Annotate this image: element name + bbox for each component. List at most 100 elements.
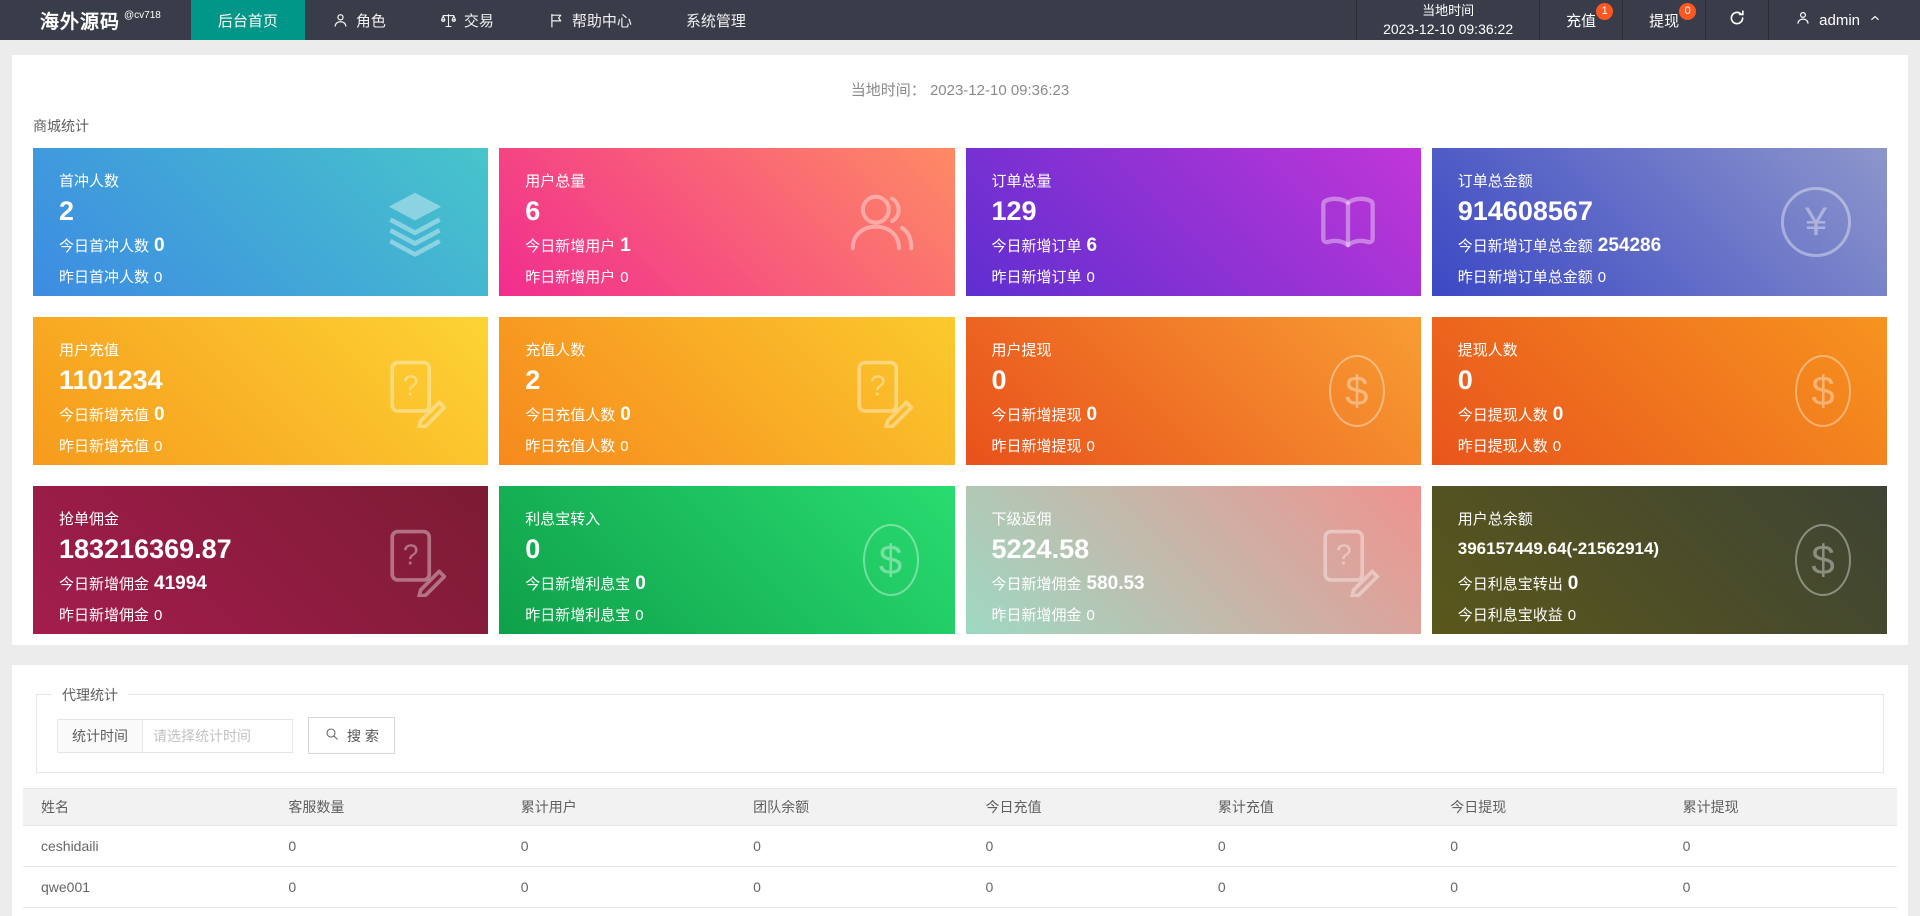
card-subline: 昨日新增佣金 0 [59,604,462,625]
table-cell: 0 [1199,825,1433,867]
chevron-up-icon [1868,11,1882,29]
table-cell: 0 [502,825,736,867]
page-local-time-label: 当地时间： [850,82,926,99]
dollar-circle-icon: $ [1795,524,1851,596]
page-local-time-value: 2023-12-10 09:36:23 [929,82,1070,99]
card-subline-value: 0 [1086,404,1098,425]
doc-icon: ? [378,354,452,428]
card-subline-label: 今日新增充值 [59,407,150,424]
agent-stats-fieldset: 代理统计 统计时间 搜 索 [36,685,1884,773]
table-header-cell: 今日充值 [967,788,1200,826]
search-button[interactable]: 搜 索 [308,717,395,754]
card-subline-value: 0 [154,235,165,256]
table-cell: 0 [1432,866,1665,908]
nav-item-trade[interactable]: 交易 [413,0,521,40]
card-subline-label: 今日新增用户 [525,238,616,255]
card-subline-value: 0 [1086,438,1095,455]
card-subline-label: 昨日新增佣金 [991,607,1082,624]
table-cell: 0 [967,866,1200,908]
card-subline-value: 0 [1567,573,1579,594]
top-navbar: 海外源码 @cv718 后台首页 角色 交易 帮助中心 系统管理 当地时间 2023-1… [0,0,1920,40]
svg-text:?: ? [869,370,885,402]
card-subline-label: 今日新增订单 [991,238,1082,255]
search-button-label: 搜 索 [347,727,379,744]
nav-item-label: 角色 [355,12,386,30]
card-subline-value: 0 [1567,607,1577,624]
card-subline-value: 0 [620,269,629,286]
table-cell: qwe001 [23,866,271,908]
stat-time-input[interactable] [143,718,293,753]
withdraw-nav-button[interactable]: 提现 0 [1623,0,1707,40]
table-header-cell: 客服数量 [270,788,503,826]
recharge-nav-button[interactable]: 充值 1 [1540,0,1624,40]
card-subline-label: 今日充值人数 [525,407,616,424]
local-time-label: 当地时间 [1422,3,1475,18]
navbar-right: 当地时间 2023-12-10 09:36:22 充值 1 提现 0 admin [1356,0,1920,40]
stat-card: 首冲人数 2 今日首冲人数 0 昨日首冲人数 0 [33,148,489,296]
card-subline-value: 6 [1086,235,1098,256]
user-name: admin [1819,11,1860,29]
dollar-circle-icon: $ [862,524,919,596]
card-subline-label: 今日新增佣金 [59,576,150,593]
card-subline-label: 今日提现人数 [1457,407,1548,424]
agent-table: 姓名 客服数量 累计用户 团队余额 今日充值 累计充值 今日提现 累计提现 ceshidail… [23,788,1897,916]
table-cell: 0 [270,907,503,916]
agent-stats-panel: 代理统计 统计时间 搜 索 姓名客服数量累计用户团队余额今日充值累计充值今日提现… [12,665,1908,916]
users-icon [845,185,919,259]
table-cell: 0 [1432,825,1665,867]
scales-icon [440,12,457,29]
filter-label: 统计时间 [57,718,143,753]
stats-cards: 首冲人数 2 今日首冲人数 0 昨日首冲人数 0 用户总量 6 今日新增用户 1 昨日新增用户 0 订单… [33,148,1887,634]
withdraw-badge: 0 [1679,3,1697,20]
flag-icon [548,12,565,29]
nav-item-help-center[interactable]: 帮助中心 [521,0,659,40]
nav-item-home[interactable]: 后台首页 [190,0,305,40]
card-subline-value: 580.53 [1086,573,1145,594]
nav-item-system-manage[interactable]: 系统管理 [659,0,773,40]
nav-item-label: 后台首页 [217,12,278,30]
card-subline-label: 今日新增提现 [991,407,1082,424]
card-subline-value: 0 [1086,607,1095,624]
card-subline-label: 昨日新增订单总金额 [1457,269,1593,286]
user-icon [1795,10,1811,30]
card-subline: 今日利息宝收益 0 [1458,604,1861,625]
stat-card: 订单总金额 914608567 今日新增订单总金额 254286 昨日新增订单总金额 0 ¥ [1431,148,1887,296]
card-subline-value: 0 [154,404,165,425]
table-header-cell: 累计用户 [502,788,736,826]
stat-card: 提现人数 0 今日提现人数 0 昨日提现人数 0 $ [1431,317,1887,465]
yen-circle-icon: ¥ [1781,187,1851,257]
brand-name: 海外源码 [40,11,121,33]
stat-card: 用户提现 0 今日新增提现 0 昨日新增提现 0 $ [965,317,1421,465]
card-subline: 昨日新增订单总金额 0 [1458,266,1861,287]
filter-row: 统计时间 搜 索 [57,717,1883,754]
table-cell: 0 [502,907,736,916]
table-cell: 0 [1432,907,1665,916]
table-cell: 0 [1664,825,1897,867]
card-subline-label: 昨日充值人数 [525,438,616,455]
nav-item-roles[interactable]: 角色 [305,0,413,40]
svg-text:?: ? [1336,539,1352,571]
brand-logo[interactable]: 海外源码 @cv718 [0,0,191,40]
user-menu[interactable]: admin [1769,0,1920,40]
card-subline-label: 今日首冲人数 [59,238,150,255]
svg-text:?: ? [403,539,419,571]
card-subline: 昨日充值人数 0 [525,435,928,456]
card-subline-label: 今日利息宝收益 [1457,607,1563,624]
card-subline-label: 昨日新增利息宝 [525,607,631,624]
recharge-badge: 1 [1596,3,1614,20]
card-subline-value: 0 [620,404,631,425]
stat-card: 下级返佣 5224.58 今日新增佣金 580.53 昨日新增佣金 0? [965,486,1421,634]
book-icon [1311,185,1385,259]
brand-badge: @cv718 [124,9,161,21]
table-body: ceshidaili0000000qwe00100000001237770000… [23,825,1897,916]
table-cell: 123777 [23,907,271,916]
card-subline-value: 0 [635,607,644,624]
table-cell: 0 [735,866,968,908]
nav-item-label: 帮助中心 [571,12,632,30]
table-cell: 0 [502,866,736,908]
search-icon [324,726,340,745]
main-menu: 后台首页 角色 交易 帮助中心 系统管理 [190,0,773,40]
refresh-button[interactable] [1706,0,1770,40]
card-subline-label: 昨日新增充值 [59,438,150,455]
card-subline-label: 昨日新增用户 [525,269,616,286]
